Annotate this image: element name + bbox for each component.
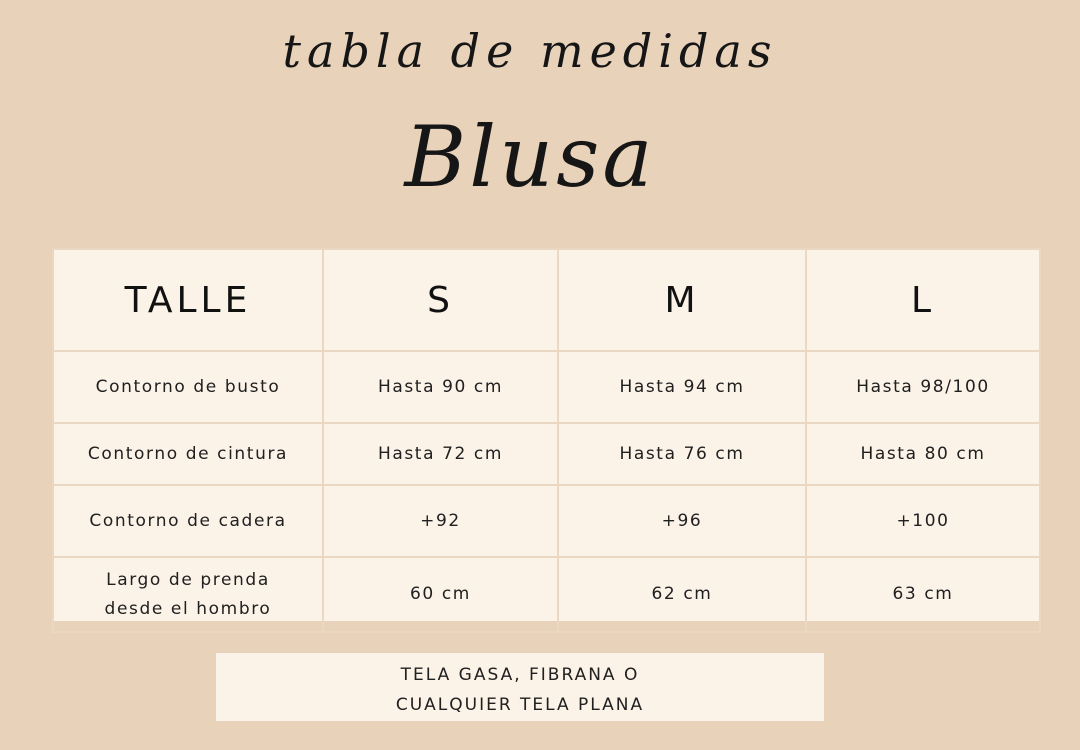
- column-header-s: S: [322, 248, 559, 352]
- cell-largo-m: 62 cm: [557, 556, 807, 633]
- fabric-note: TELA GASA, FIBRANA O CUALQUIER TELA PLAN…: [216, 653, 824, 721]
- page-title: Blusa: [404, 108, 656, 206]
- table-row: Contorno de cadera +92 +96 +100: [52, 484, 1041, 558]
- cell-cintura-s: Hasta 72 cm: [322, 422, 559, 486]
- cell-busto-m: Hasta 94 cm: [557, 350, 807, 424]
- column-header-l: L: [805, 248, 1041, 352]
- column-header-talle: TALLE: [52, 248, 324, 352]
- cell-largo-l: 63 cm: [805, 556, 1041, 633]
- cell-cadera-l: +100: [805, 484, 1041, 558]
- cell-largo-s: 60 cm: [322, 556, 559, 633]
- row-label-cadera: Contorno de cadera: [52, 484, 324, 558]
- cell-cintura-l: Hasta 80 cm: [805, 422, 1041, 486]
- fabric-note-line: CUALQUIER TELA PLANA: [395, 695, 645, 715]
- cell-busto-l: Hasta 98/100: [805, 350, 1041, 424]
- table-row: Contorno de cintura Hasta 72 cm Hasta 76…: [52, 422, 1041, 486]
- row-label-largo: Largo de prenda desde el hombro: [52, 556, 324, 633]
- column-header-m: M: [557, 248, 807, 352]
- size-chart-table: TALLE S M L Contorno de busto Hasta 90 c…: [52, 248, 1041, 633]
- page-subtitle: tabla de medidas: [282, 24, 778, 78]
- cell-cintura-m: Hasta 76 cm: [557, 422, 807, 486]
- table-row: Largo de prenda desde el hombro 60 cm 62…: [52, 556, 1041, 633]
- table-row: Contorno de busto Hasta 90 cm Hasta 94 c…: [52, 350, 1041, 424]
- cell-busto-s: Hasta 90 cm: [322, 350, 559, 424]
- fabric-note-line: TELA GASA, FIBRANA O: [400, 665, 640, 685]
- row-label-cintura: Contorno de cintura: [52, 422, 324, 486]
- table-header-row: TALLE S M L: [52, 248, 1041, 352]
- cell-cadera-s: +92: [322, 484, 559, 558]
- row-label-busto: Contorno de busto: [52, 350, 324, 424]
- cell-cadera-m: +96: [557, 484, 807, 558]
